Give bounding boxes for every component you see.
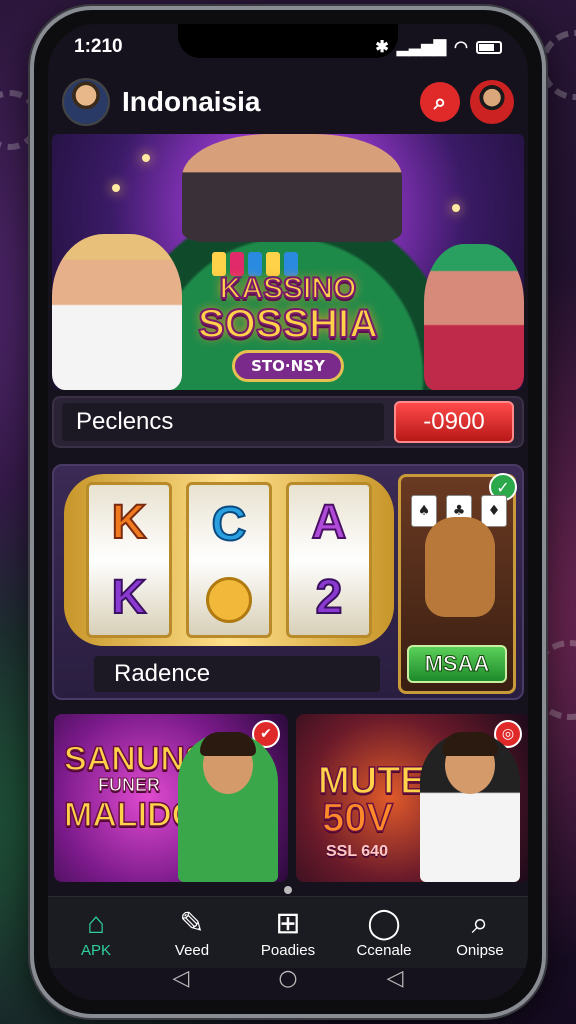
- logo-pill: STO·NSY: [232, 350, 344, 382]
- nav-item-veed[interactable]: ✎ Veed: [152, 906, 232, 959]
- pager-dots: [48, 886, 528, 894]
- reel-3: A 2: [286, 482, 372, 638]
- reel-symbol: 2: [315, 570, 344, 625]
- light-icon: [452, 204, 460, 212]
- status-bar: 1:210 ✱ ▂▃▅▇ ◠: [48, 32, 528, 62]
- nav-item-ccenale[interactable]: ◯ Ccenale: [344, 906, 424, 959]
- promo-subtitle: FUNER: [98, 775, 161, 795]
- home-circle-icon[interactable]: ○: [278, 966, 297, 991]
- plus-square-icon: ⊞: [275, 907, 301, 940]
- app-header: Indonaisia ⌕: [48, 72, 528, 132]
- logo-line-1: KASSINO: [219, 272, 358, 305]
- search-icon: ⌕: [433, 89, 447, 115]
- profile-avatar-button[interactable]: [470, 80, 514, 124]
- hero-banner[interactable]: KASSINO SOSSHIA STO·NSY: [52, 134, 524, 390]
- battery-icon: [476, 40, 502, 54]
- signal-icon: ▂▃▅▇: [396, 39, 447, 56]
- reel-1: K K: [86, 482, 172, 638]
- reel-2: C: [186, 482, 272, 638]
- screen: 1:210 ✱ ▂▃▅▇ ◠ Indonaisia ⌕ KASSINO SOSS…: [48, 24, 528, 1000]
- chat-icon: ◯: [367, 907, 401, 940]
- status-time: 1:210: [74, 36, 123, 57]
- wifi-icon: ◠: [454, 39, 468, 56]
- promo-card-2[interactable]: ◎ MUTE 50V SSL 640: [296, 714, 528, 882]
- nav-item-poadies[interactable]: ⊞ Poadies: [248, 906, 328, 959]
- slot-machine-card[interactable]: K K C A 2 Radence ✓ ♠ ♣ ♦ MSAA: [52, 464, 524, 700]
- nav-item-onipse[interactable]: ⌕ Onipse: [440, 906, 520, 959]
- promo-card-1[interactable]: ✔ SANUNS FUNER MALIDGE: [54, 714, 288, 882]
- system-nav-bar: ◁ ○ ◁: [48, 956, 528, 1000]
- promo-figure: [178, 732, 278, 882]
- msaa-button[interactable]: MSAA: [407, 645, 507, 683]
- balance-bar: Peclencs -0900: [52, 396, 524, 448]
- bear-game-tile[interactable]: ✓ ♠ ♣ ♦ MSAA: [398, 473, 517, 694]
- promo-figure: [420, 732, 520, 882]
- player-figure-left: [52, 234, 182, 390]
- balance-label: Peclencs: [62, 403, 384, 441]
- promo-title: 50V: [321, 796, 394, 840]
- edit-icon: ✎: [179, 907, 205, 940]
- recents-icon[interactable]: ◁: [387, 966, 404, 991]
- balance-amount-button[interactable]: -0900: [394, 401, 514, 443]
- page-title: Indonaisia: [122, 86, 261, 117]
- casino-logo: KASSINO SOSSHIA STO·NSY: [197, 272, 379, 382]
- player-figure-right: [424, 244, 524, 390]
- host-figure: [182, 134, 402, 242]
- reel-symbol: A: [311, 495, 348, 550]
- home-icon: ⌂: [86, 907, 106, 940]
- back-icon[interactable]: ◁: [172, 966, 189, 991]
- reel-symbol: K: [111, 495, 148, 550]
- light-icon: [142, 154, 150, 162]
- reel-symbol: C: [211, 497, 248, 552]
- promo-subtitle: SSL 640: [326, 843, 388, 860]
- avatar[interactable]: [62, 78, 110, 126]
- bluetooth-icon: ✱: [375, 39, 389, 56]
- reel-frame: K K C A 2: [64, 474, 394, 646]
- search-icon: ⌕: [471, 907, 489, 940]
- slot-label: Radence: [94, 656, 380, 692]
- bear-mascot-icon: [425, 517, 495, 617]
- nav-item-apk[interactable]: ⌂ APK: [56, 906, 136, 959]
- phone-frame: 1:210 ✱ ▂▃▅▇ ◠ Indonaisia ⌕ KASSINO SOSS…: [30, 6, 546, 1018]
- promo-title: MUTE: [317, 760, 426, 802]
- search-button[interactable]: ⌕: [420, 82, 460, 122]
- logo-line-2: SOSSHIA: [197, 302, 379, 346]
- smiley-icon: [206, 576, 252, 623]
- reel-symbol: K: [111, 570, 148, 625]
- light-icon: [112, 184, 120, 192]
